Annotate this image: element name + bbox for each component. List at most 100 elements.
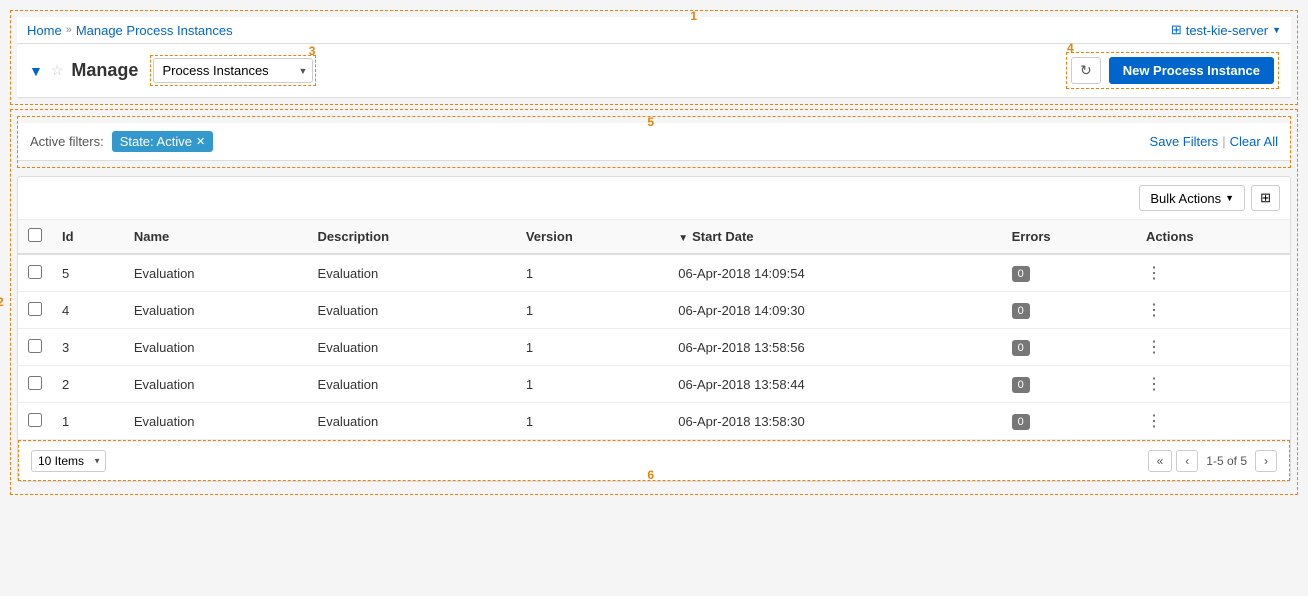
prev-page-button[interactable]: ‹ bbox=[1176, 450, 1198, 472]
state-active-tag: State: Active ✕ bbox=[112, 131, 213, 152]
table-row: 4 Evaluation Evaluation 1 06-Apr-2018 14… bbox=[18, 292, 1290, 329]
error-badge-2: 0 bbox=[1012, 340, 1030, 356]
header-name: Name bbox=[124, 220, 308, 254]
row-select-1[interactable] bbox=[28, 302, 42, 316]
refresh-button[interactable]: ↻ bbox=[1071, 57, 1101, 84]
filter-toggle-icon[interactable]: ▼ bbox=[29, 63, 43, 79]
row-version-1: 1 bbox=[516, 292, 668, 329]
header-actions: Actions bbox=[1136, 220, 1290, 254]
filter-left: Active filters: State: Active ✕ bbox=[30, 131, 213, 152]
actions-menu-3[interactable]: ⋮ bbox=[1146, 376, 1163, 393]
actions-menu-4[interactable]: ⋮ bbox=[1146, 413, 1163, 430]
row-select-4[interactable] bbox=[28, 413, 42, 427]
filter-tag-label: State: Active bbox=[120, 134, 192, 149]
row-errors-2: 0 bbox=[1002, 329, 1136, 366]
row-name-2: Evaluation bbox=[124, 329, 308, 366]
select-all-checkbox[interactable] bbox=[28, 228, 42, 242]
row-name-4: Evaluation bbox=[124, 403, 308, 440]
sort-icon: ▼ bbox=[678, 233, 688, 244]
bulk-actions-label: Bulk Actions bbox=[1150, 191, 1221, 206]
actions-menu-2[interactable]: ⋮ bbox=[1146, 339, 1163, 356]
table-toolbar: Bulk Actions ▼ ⊞ bbox=[18, 177, 1290, 220]
pagination-bar: 10 Items 5 Items 15 Items 20 Items « ‹ 1… bbox=[19, 441, 1289, 480]
error-badge-1: 0 bbox=[1012, 303, 1030, 319]
row-start-date-3: 06-Apr-2018 13:58:44 bbox=[668, 366, 1001, 403]
table-row: 2 Evaluation Evaluation 1 06-Apr-2018 13… bbox=[18, 366, 1290, 403]
process-instances-dropdown[interactable]: Process Instances bbox=[153, 58, 313, 83]
error-badge-3: 0 bbox=[1012, 377, 1030, 393]
items-per-page-select[interactable]: 10 Items 5 Items 15 Items 20 Items bbox=[31, 450, 106, 472]
breadcrumb-bar: Home » Manage Process Instances ⊞ test-k… bbox=[17, 17, 1291, 44]
clear-all-link[interactable]: Clear All bbox=[1230, 134, 1278, 149]
server-name: test-kie-server bbox=[1186, 23, 1268, 38]
row-start-date-0: 06-Apr-2018 14:09:54 bbox=[668, 254, 1001, 292]
row-version-4: 1 bbox=[516, 403, 668, 440]
row-name-1: Evaluation bbox=[124, 292, 308, 329]
row-select-2[interactable] bbox=[28, 339, 42, 353]
row-description-0: Evaluation bbox=[308, 254, 516, 292]
breadcrumb-manage[interactable]: Manage Process Instances bbox=[76, 23, 233, 38]
table-row: 5 Evaluation Evaluation 1 06-Apr-2018 14… bbox=[18, 254, 1290, 292]
row-actions-0: ⋮ bbox=[1136, 254, 1290, 292]
process-instances-table: Id Name Description Version ▼Start Date … bbox=[18, 220, 1290, 440]
row-select-3[interactable] bbox=[28, 376, 42, 390]
row-checkbox-2 bbox=[18, 329, 52, 366]
table-row: 3 Evaluation Evaluation 1 06-Apr-2018 13… bbox=[18, 329, 1290, 366]
row-description-1: Evaluation bbox=[308, 292, 516, 329]
row-id-0: 5 bbox=[52, 254, 124, 292]
main-header: ▼ ☆ Manage 3 Process Instances 4 ↻ New P… bbox=[17, 44, 1291, 98]
save-filters-link[interactable]: Save Filters bbox=[1150, 134, 1219, 149]
region-1: 1 Home » Manage Process Instances ⊞ test… bbox=[10, 10, 1298, 105]
row-name-3: Evaluation bbox=[124, 366, 308, 403]
region-4-label: 4 bbox=[1067, 41, 1074, 55]
new-process-instance-button[interactable]: New Process Instance bbox=[1109, 57, 1274, 84]
bulk-actions-chevron: ▼ bbox=[1225, 193, 1234, 203]
header-checkbox-col bbox=[18, 220, 52, 254]
manage-label: Manage bbox=[71, 60, 138, 81]
row-checkbox-3 bbox=[18, 366, 52, 403]
table-header-row: Id Name Description Version ▼Start Date … bbox=[18, 220, 1290, 254]
server-dropdown-icon: ▼ bbox=[1272, 25, 1281, 35]
row-errors-3: 0 bbox=[1002, 366, 1136, 403]
next-page-button[interactable]: › bbox=[1255, 450, 1277, 472]
row-start-date-1: 06-Apr-2018 14:09:30 bbox=[668, 292, 1001, 329]
star-icon[interactable]: ☆ bbox=[51, 62, 64, 79]
row-checkbox-4 bbox=[18, 403, 52, 440]
region-2: 2 5 Active filters: State: Active ✕ Save… bbox=[10, 109, 1298, 495]
actions-menu-0[interactable]: ⋮ bbox=[1146, 265, 1163, 282]
row-actions-1: ⋮ bbox=[1136, 292, 1290, 329]
row-version-0: 1 bbox=[516, 254, 668, 292]
first-page-button[interactable]: « bbox=[1148, 450, 1173, 472]
columns-button[interactable]: ⊞ bbox=[1251, 185, 1280, 211]
header-id: Id bbox=[52, 220, 124, 254]
row-id-3: 2 bbox=[52, 366, 124, 403]
row-description-2: Evaluation bbox=[308, 329, 516, 366]
active-filters-label: Active filters: bbox=[30, 134, 104, 149]
header-start-date[interactable]: ▼Start Date bbox=[668, 220, 1001, 254]
row-actions-2: ⋮ bbox=[1136, 329, 1290, 366]
row-version-2: 1 bbox=[516, 329, 668, 366]
row-start-date-2: 06-Apr-2018 13:58:56 bbox=[668, 329, 1001, 366]
header-left: ▼ ☆ Manage 3 Process Instances bbox=[29, 55, 316, 86]
row-description-3: Evaluation bbox=[308, 366, 516, 403]
server-info[interactable]: ⊞ test-kie-server ▼ bbox=[1171, 22, 1281, 38]
header-errors: Errors bbox=[1002, 220, 1136, 254]
row-errors-1: 0 bbox=[1002, 292, 1136, 329]
row-id-1: 4 bbox=[52, 292, 124, 329]
error-badge-4: 0 bbox=[1012, 414, 1030, 430]
bulk-actions-button[interactable]: Bulk Actions ▼ bbox=[1139, 185, 1245, 211]
filter-tag-remove[interactable]: ✕ bbox=[196, 135, 205, 148]
filter-right: Save Filters | Clear All bbox=[1150, 134, 1278, 149]
row-checkbox-1 bbox=[18, 292, 52, 329]
error-badge-0: 0 bbox=[1012, 266, 1030, 282]
breadcrumb-home[interactable]: Home bbox=[27, 23, 62, 38]
actions-menu-1[interactable]: ⋮ bbox=[1146, 302, 1163, 319]
row-name-0: Evaluation bbox=[124, 254, 308, 292]
filter-bar: Active filters: State: Active ✕ Save Fil… bbox=[18, 123, 1290, 161]
row-select-0[interactable] bbox=[28, 265, 42, 279]
breadcrumb-sep-1: » bbox=[66, 24, 72, 36]
filter-divider: | bbox=[1222, 134, 1225, 149]
table-row: 1 Evaluation Evaluation 1 06-Apr-2018 13… bbox=[18, 403, 1290, 440]
items-wrapper: 10 Items 5 Items 15 Items 20 Items bbox=[31, 450, 106, 472]
region-6: 6 10 Items 5 Items 15 Items 20 Items « ‹ bbox=[18, 440, 1290, 481]
